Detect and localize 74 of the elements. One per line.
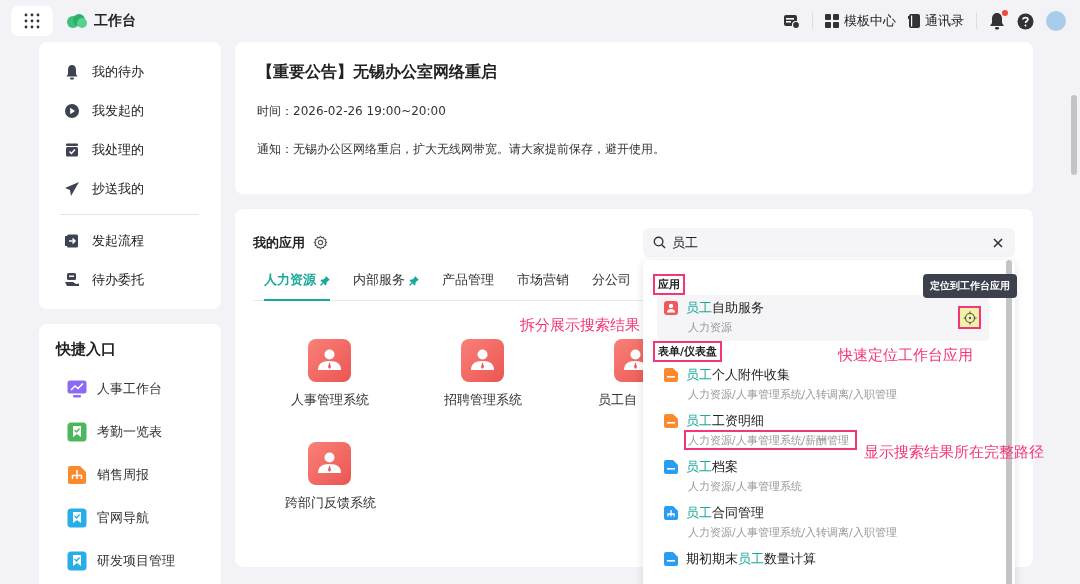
result-title: 员工个人附件收集: [686, 366, 791, 384]
search-input[interactable]: 员工: [672, 235, 987, 250]
app-item[interactable]: 跨部门反馈系统: [253, 442, 406, 512]
check-tray-icon: [64, 141, 80, 158]
handover-icon: [64, 271, 80, 288]
locate-button[interactable]: [958, 306, 981, 329]
result-path: 人力资源/人事管理系统/入转调离/入职管理: [687, 387, 898, 402]
app-title: 工作台: [94, 12, 136, 30]
section-title: 快捷入口: [54, 340, 117, 359]
annotation-text: 快速定位工作台应用: [838, 346, 973, 364]
person-icon: [461, 339, 504, 382]
grid-icon: [24, 13, 40, 29]
shortcut-item[interactable]: 官网导航: [39, 496, 221, 539]
search-result-item[interactable]: 员工合同管理 人力资源/人事管理系统/入转调离/入职管理: [653, 500, 913, 546]
result-title: 期初期末员工数量计算: [686, 550, 816, 568]
toolbar-link[interactable]: 通讯录: [908, 12, 964, 30]
category-tab[interactable]: 分公司: [592, 268, 631, 301]
nav-item[interactable]: 待办委托: [39, 260, 221, 299]
app-item[interactable]: 员工自: [559, 339, 643, 409]
card-settings-icon[interactable]: [783, 13, 800, 29]
result-title: 员工工资明细: [686, 412, 765, 430]
section-title: 我的应用: [253, 233, 305, 252]
result-path: 人力资源: [687, 320, 733, 335]
shortcut-item[interactable]: 销售周报: [39, 453, 221, 496]
result-path: 人力资源/人事管理系统/薪酬管理: [684, 430, 858, 450]
search-result-item[interactable]: 期初期末员工数量计算: [653, 546, 824, 572]
annotation-text: 拆分展示搜索结果: [520, 316, 640, 334]
annotation-text: 显示搜索结果所在完整路径: [864, 443, 1044, 461]
section-header: 表单/仪表盘: [653, 341, 723, 362]
tooltip: 定位到工作台应用: [922, 274, 1017, 298]
nav-item[interactable]: 我发起的: [39, 91, 221, 130]
result-title: 员工档案: [686, 458, 739, 476]
cloud-logo-icon: [66, 13, 88, 29]
app-item[interactable]: 人事管理系统: [253, 339, 406, 409]
category-tab[interactable]: 产品管理: [442, 268, 494, 301]
clear-icon[interactable]: [993, 237, 1003, 248]
category-tab[interactable]: 市场营销: [517, 268, 569, 301]
crosshair-icon: [962, 310, 977, 325]
search-result-item[interactable]: 员工档案 人力资源/人事管理系统: [653, 454, 818, 500]
search-result-item[interactable]: 员工工资明细 人力资源/人事管理系统/薪酬管理: [653, 408, 866, 454]
settings-icon[interactable]: [313, 235, 328, 250]
book-icon: [908, 14, 920, 28]
paper-plane-icon: [64, 180, 80, 197]
search-result-item[interactable]: 员工个人附件收集 人力资源/人事管理系统/入转调离/入职管理: [653, 362, 913, 408]
nav-item[interactable]: 我的待办: [39, 52, 221, 91]
notice-text: 通知：无锡办公区网络重启，扩大无线网带宽。请大家提前保存，避开使用。: [257, 141, 666, 158]
person-icon: [308, 339, 351, 382]
category-tab[interactable]: 内部服务: [353, 268, 419, 301]
result-title: 员工自助服务: [686, 299, 765, 317]
enter-icon: [64, 232, 80, 249]
search-icon: [653, 236, 666, 249]
bell-icon: [64, 63, 80, 80]
help-icon[interactable]: [1017, 12, 1034, 30]
shortcut-item[interactable]: 人事工作台: [39, 367, 221, 410]
play-icon: [64, 102, 80, 119]
shortcut-item[interactable]: 考勤一览表: [39, 410, 221, 453]
person-icon: [308, 442, 351, 485]
result-title: 员工合同管理: [686, 504, 765, 522]
notice-title: 【重要公告】无锡办公室网络重启: [257, 62, 498, 83]
app-item[interactable]: 招聘管理系统: [406, 339, 559, 409]
result-path: 人力资源/人事管理系统/入转调离/入职管理: [687, 525, 898, 540]
result-path: 人力资源/人事管理系统: [687, 479, 803, 494]
section-header: 应用: [653, 274, 685, 295]
nav-item[interactable]: 我处理的: [39, 130, 221, 169]
scrollbar[interactable]: [1071, 95, 1077, 175]
search-field[interactable]: 员工: [643, 228, 1015, 257]
toolbar-link[interactable]: 模板中心: [825, 12, 896, 30]
shortcut-item[interactable]: 研发项目管理: [39, 539, 221, 582]
grid-icon: [825, 14, 839, 28]
nav-item[interactable]: 抄送我的: [39, 169, 221, 208]
bell-icon[interactable]: [989, 12, 1005, 30]
nav-item[interactable]: 发起流程: [39, 221, 221, 260]
notice-time: 时间：2026-02-26 19:00~20:00: [257, 103, 447, 120]
app-menu-button[interactable]: [11, 6, 53, 36]
